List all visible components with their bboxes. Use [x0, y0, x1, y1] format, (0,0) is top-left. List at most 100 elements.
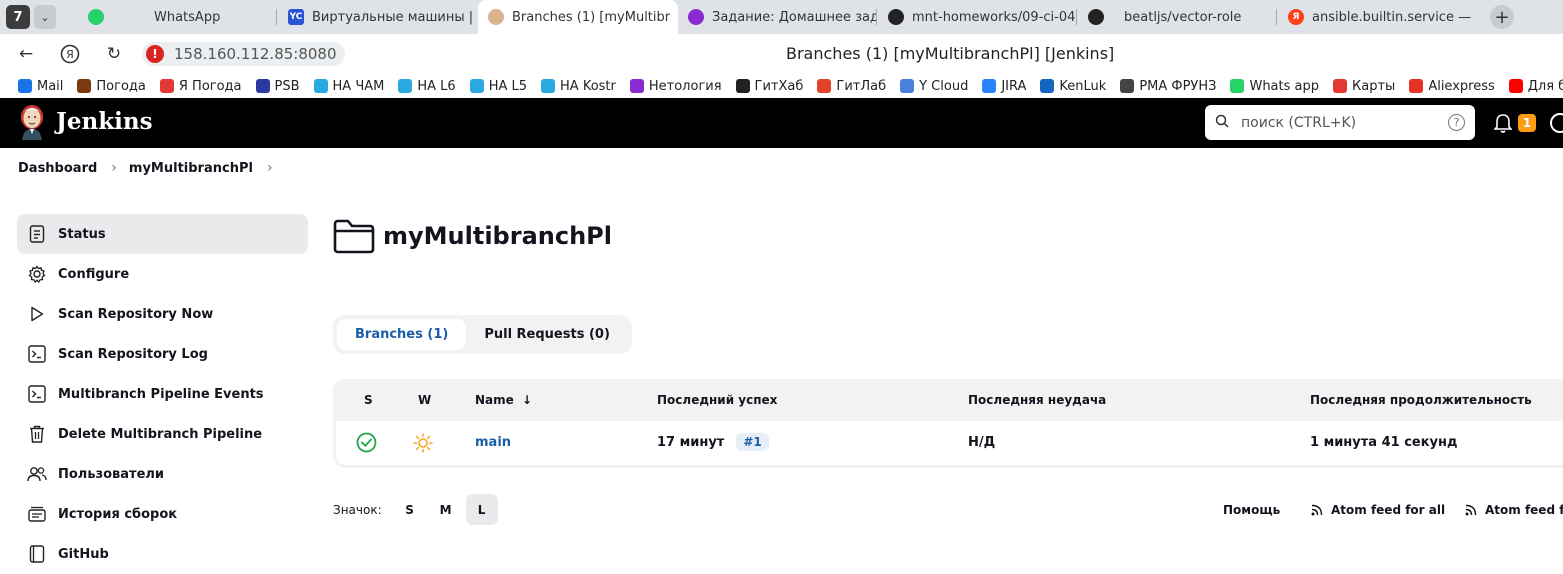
icon-size-m-button[interactable]: M — [430, 494, 462, 525]
browser-tab-yandex-cloud[interactable]: YC Виртуальные машины | Y — [278, 0, 476, 34]
url-field[interactable]: ! 158.160.112.85:8080 — [142, 42, 345, 66]
browser-tab-netology[interactable]: Задание: Домашнее зада — [678, 0, 876, 34]
atom-feed-all-label: Atom feed for all — [1331, 503, 1446, 517]
bookmark-item[interactable]: JIRA — [982, 79, 1026, 94]
new-tab-plus-icon[interactable]: + — [1490, 5, 1514, 29]
browser-tab-jenkins[interactable]: Branches (1) [myMultibr ✕ — [478, 0, 678, 34]
bookmark-favicon-icon — [159, 79, 174, 93]
column-header-name-label: Name — [475, 393, 514, 407]
back-arrow-icon[interactable]: ← — [14, 42, 38, 66]
bookmark-label: Нетология — [648, 78, 722, 94]
yandex-logo-icon[interactable]: Я — [58, 42, 82, 66]
column-header-last-success[interactable]: Последний успех — [657, 393, 777, 407]
bookmark-item[interactable]: НА L5 — [469, 78, 528, 94]
github-icon — [1088, 9, 1104, 25]
atom-feed-failures-label: Atom feed for — [1485, 503, 1563, 517]
sidebar-item-multibranch-pipeline-events[interactable]: Multibranch Pipeline Events — [17, 374, 308, 414]
bookmark-item[interactable]: ГитХаб — [735, 79, 803, 94]
bookmark-label: Mail — [37, 78, 64, 94]
bookmark-item[interactable]: НА L6 — [398, 79, 456, 94]
sidebar-item-label: Scan Repository Now — [58, 306, 214, 322]
bookmark-item[interactable]: PSB — [255, 79, 300, 94]
address-bar: ← Я ↻ ! 158.160.112.85:8080 Branches (1)… — [0, 34, 1563, 74]
github-icon — [27, 544, 47, 564]
tab-pull-requests[interactable]: Pull Requests (0) — [466, 319, 628, 350]
user-avatar-icon[interactable] — [1550, 113, 1563, 133]
breadcrumb-project[interactable]: myMultibranchPl — [129, 161, 253, 176]
security-warning-icon[interactable]: ! — [146, 45, 164, 63]
bookmark-label: Y Cloud — [919, 78, 969, 94]
browser-tab-github-vector-role[interactable]: beatljs/vector-role — [1078, 0, 1276, 34]
browser-tab-github-homeworks[interactable]: mnt-homeworks/09-ci-04-j — [878, 0, 1076, 34]
bookmark-item[interactable]: Я Погода — [159, 79, 242, 94]
bookmark-item[interactable]: Aliexpress — [1409, 79, 1495, 94]
notification-bell-icon[interactable] — [1494, 113, 1512, 133]
yandex-cloud-icon: YC — [288, 9, 304, 25]
bookmark-favicon-icon — [1230, 79, 1245, 93]
sidebar-item-github[interactable]: GitHub — [17, 534, 308, 574]
sidebar-item-scan-repository-now[interactable]: Scan Repository Now — [17, 294, 308, 334]
tab-count-button[interactable]: 7 — [6, 5, 30, 29]
project-title: myMultibranchPl — [383, 222, 612, 250]
sidebar-item-build-history[interactable]: История сборок — [17, 494, 308, 534]
bookmark-item[interactable]: Mail — [18, 79, 63, 94]
atom-feed-failures-link[interactable]: Atom feed for — [1465, 503, 1563, 517]
bookmark-label: Whats app — [1249, 78, 1320, 94]
column-header-name[interactable]: Name ↓ — [475, 393, 532, 407]
bookmark-item[interactable]: Для болгарки — [1508, 78, 1563, 94]
column-header-status[interactable]: S — [364, 393, 373, 407]
column-header-weather[interactable]: W — [418, 393, 431, 407]
reload-icon[interactable]: ↻ — [102, 42, 126, 66]
gear-icon — [27, 264, 47, 284]
breadcrumb-chevron-icon[interactable]: › — [267, 160, 273, 176]
bookmark-item[interactable]: РМА ФРУНЗ — [1120, 79, 1216, 94]
atom-feed-all-link[interactable]: Atom feed for all — [1311, 503, 1445, 517]
bookmark-label: ГитЛаб — [836, 78, 887, 94]
bookmark-favicon-icon — [1040, 79, 1055, 93]
bookmark-item[interactable]: Y Cloud — [900, 79, 968, 94]
bookmark-item[interactable]: НА ЧАМ — [313, 79, 384, 94]
icon-size-l-button[interactable]: L — [465, 494, 498, 525]
search-input[interactable] — [1241, 114, 1441, 131]
tab-label: Виртуальные машины | Y — [312, 9, 476, 25]
breadcrumb-dashboard[interactable]: Dashboard — [18, 161, 97, 176]
browser-tab-whatsapp[interactable]: WhatsApp — [78, 0, 276, 34]
bookmark-item[interactable]: Whats app — [1230, 79, 1319, 94]
success-check-icon[interactable] — [356, 432, 377, 453]
help-link[interactable]: Помощь — [1223, 503, 1280, 517]
trash-icon — [27, 424, 47, 444]
bookmark-item[interactable]: KenLuk — [1040, 79, 1106, 94]
search-help-icon[interactable]: ? — [1448, 114, 1465, 131]
view-tabs: Branches (1) Pull Requests (0) — [333, 315, 632, 354]
sidebar-item-scan-repository-log[interactable]: Scan Repository Log — [17, 334, 308, 374]
bookmark-label: Для болгарки — [1527, 78, 1563, 94]
tab-label: beatljs/vector-role — [1124, 9, 1242, 25]
column-header-last-duration[interactable]: Последняя продолжительность — [1310, 393, 1532, 407]
bookmark-item[interactable]: Погода — [77, 79, 146, 94]
sunny-weather-icon[interactable] — [413, 433, 433, 453]
breadcrumb-chevron-icon[interactable]: › — [111, 160, 117, 176]
sidebar-item-status[interactable]: Status — [17, 214, 308, 254]
sidebar-item-configure[interactable]: Configure — [17, 254, 308, 294]
last-success-cell: 17 минут #1 — [657, 433, 769, 451]
bookmark-item[interactable]: НА Kostr — [541, 79, 616, 94]
bookmark-item[interactable]: Нетология — [629, 78, 722, 94]
jenkins-brand[interactable]: Jenkins — [56, 108, 153, 135]
bookmark-favicon-icon — [77, 79, 92, 93]
browser-tab-yandex-search[interactable]: Я ansible.builtin.service — Я — [1278, 0, 1476, 34]
bookmark-item[interactable]: ГитЛаб — [817, 79, 886, 94]
sidebar-item-users[interactable]: Пользователи — [17, 454, 308, 494]
bookmark-label: НА L5 — [488, 78, 528, 94]
jenkins-logo-icon[interactable] — [18, 104, 46, 140]
build-number-link[interactable]: #1 — [736, 433, 769, 451]
notification-count-badge[interactable]: 1 — [1518, 114, 1536, 132]
branch-link-main[interactable]: main — [475, 435, 511, 450]
column-header-last-failure[interactable]: Последняя неудача — [968, 393, 1106, 407]
icon-size-s-button[interactable]: S — [394, 494, 426, 525]
bookmark-item[interactable]: Карты — [1333, 79, 1395, 94]
bookmark-favicon-icon — [629, 79, 644, 93]
bookmark-favicon-icon — [1333, 79, 1348, 93]
sidebar-item-delete-multibranch-pipeline[interactable]: Delete Multibranch Pipeline — [17, 414, 308, 454]
tab-branches[interactable]: Branches (1) — [337, 319, 467, 350]
tab-list-chevron-icon[interactable]: ⌄ — [34, 5, 56, 29]
